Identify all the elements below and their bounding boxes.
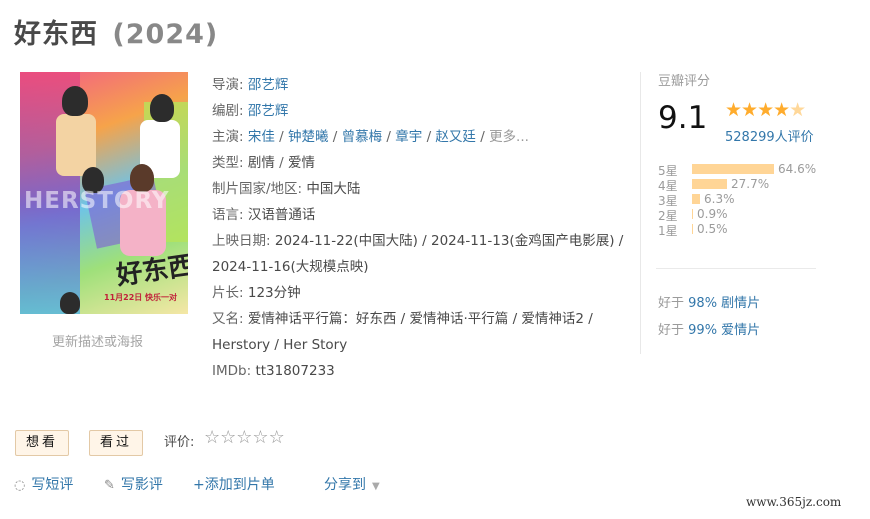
imdb-row: IMDb: tt31807233: [212, 358, 632, 384]
runtime-row: 片长: 123分钟: [212, 280, 632, 306]
rating-dist-row: 3星 6.3%: [658, 192, 848, 208]
star-outline-icon[interactable]: ☆: [252, 427, 268, 448]
language-label: 语言:: [212, 207, 244, 223]
rate-stars[interactable]: ☆☆☆☆☆: [204, 427, 285, 448]
better-than-link[interactable]: 98% 剧情片: [688, 296, 760, 311]
review-label: 写影评: [120, 477, 163, 493]
country-value: 中国大陆: [306, 181, 361, 197]
rating-dist-row: 2星 0.9%: [658, 207, 848, 223]
aka-row: 又名: 爱情神话平行篇：好东西 / 爱情神话·平行篇 / 爱情神话2 / Her…: [212, 306, 632, 358]
movie-poster[interactable]: HERSTORY 好东西 11月22日 快乐一对: [20, 72, 188, 314]
rating-distribution: 5星 64.6% 4星 27.7% 3星 6.3% 2星 0.9% 1星 0.5…: [658, 162, 848, 238]
poster-head: [62, 86, 88, 116]
section-divider: [640, 72, 641, 354]
share-label: 分享到: [324, 477, 366, 493]
rating-dist-row: 1星 0.5%: [658, 222, 848, 238]
short-review-label: 写短评: [31, 477, 74, 493]
rating-dist-bar: [692, 164, 774, 174]
writer-row: 编剧: 邵艺辉: [212, 98, 632, 124]
cast-more-link[interactable]: 更多...: [489, 129, 529, 145]
director-row: 导演: 邵艺辉: [212, 72, 632, 98]
rating-stars-icon: ★★★★★: [725, 99, 806, 121]
aka-label: 又名:: [212, 311, 244, 327]
rating-dist-percent: 0.5%: [697, 222, 728, 236]
better-than-row: 好于 98% 剧情片: [658, 290, 760, 317]
rating-dist-bar: [692, 179, 727, 189]
runtime-label: 片长:: [212, 285, 244, 301]
rate-label: 评价:: [164, 435, 195, 450]
cast-link[interactable]: 赵又廷: [435, 129, 476, 145]
rating-dist-row: 4星 27.7%: [658, 177, 848, 193]
rating-panel: 豆瓣评分 9.1 ★★★★★ 528299人评价 5星 64.6% 4星 27.…: [656, 70, 858, 338]
rating-dist-percent: 64.6%: [778, 162, 817, 176]
update-poster-link[interactable]: 更新描述或海报: [52, 331, 143, 350]
rating-title: 豆瓣评分: [658, 74, 711, 89]
director-link[interactable]: 邵艺辉: [248, 77, 289, 93]
watermark: www.365jz.com: [746, 495, 842, 509]
rating-dist-bar: [692, 209, 693, 219]
poster-head: [150, 94, 174, 122]
want-to-watch-button[interactable]: 想看: [15, 430, 70, 456]
better-than: 好于 98% 剧情片 好于 99% 爱情片: [658, 290, 760, 344]
writer-label: 编剧:: [212, 103, 244, 119]
release-value: 2024-11-22(中国大陆) / 2024-11-13(金鸡国产电影展) /…: [212, 233, 624, 275]
rating-divider: [656, 268, 816, 269]
poster-english-title: HERSTORY: [24, 188, 170, 214]
imdb-value: tt31807233: [255, 363, 335, 379]
writer-link[interactable]: 邵艺辉: [248, 103, 289, 119]
imdb-label: IMDb:: [212, 363, 252, 379]
share-link[interactable]: 分享到 ▼: [324, 474, 380, 494]
genre-label: 类型:: [212, 155, 244, 171]
genre-row: 类型: 剧情 / 爱情: [212, 155, 315, 171]
cast-link[interactable]: 钟楚曦: [288, 129, 329, 145]
language-value: 汉语普通话: [247, 207, 316, 223]
caret-down-icon: ▼: [372, 481, 380, 492]
better-than-prefix: 好于: [658, 323, 685, 338]
watched-button[interactable]: 看过: [89, 430, 144, 456]
short-review-link[interactable]: ◌ 写短评: [14, 474, 73, 494]
cast-link[interactable]: 章宇: [395, 129, 422, 145]
rating-dist-percent: 27.7%: [731, 177, 770, 191]
better-than-row: 好于 99% 爱情片: [658, 317, 760, 344]
pencil-icon: ✎: [104, 478, 115, 493]
star-outline-icon[interactable]: ☆: [269, 427, 285, 448]
movie-year: (2024): [112, 19, 219, 50]
movie-title: 好东西 (2024): [14, 12, 218, 51]
movie-title-text: 好东西: [14, 19, 98, 50]
cast-label: 主演:: [212, 129, 244, 145]
language-row: 语言: 汉语普通话: [212, 202, 632, 228]
rating-dist-percent: 0.9%: [697, 207, 728, 221]
aka-value: 爱情神话平行篇：好东西 / 爱情神话·平行篇 / 爱情神话2 / Herstor…: [212, 311, 593, 353]
movie-info: 导演: 邵艺辉 编剧: 邵艺辉 主演: 宋佳 / 钟楚曦 / 曾慕梅 / 章宇 …: [212, 72, 632, 384]
rating-dist-row: 5星 64.6%: [658, 162, 848, 178]
poster-release-text: 11月22日 快乐一对: [104, 293, 178, 302]
genre-value: 剧情: [247, 155, 275, 171]
cast-link[interactable]: 宋佳: [248, 129, 275, 145]
speech-bubble-icon: ◌: [14, 478, 26, 493]
genre-value: 爱情: [288, 155, 315, 171]
star-outline-icon[interactable]: ☆: [204, 427, 220, 448]
rating-score: 9.1: [658, 100, 708, 136]
cast-row: 主演: 宋佳 / 钟楚曦 / 曾慕梅 / 章宇 / 赵又廷 / 更多...: [212, 129, 529, 145]
star-outline-icon[interactable]: ☆: [236, 427, 252, 448]
rating-dist-percent: 6.3%: [704, 192, 735, 206]
better-than-link[interactable]: 99% 爱情片: [688, 323, 760, 338]
release-label: 上映日期:: [212, 233, 271, 249]
better-than-prefix: 好于: [658, 296, 685, 311]
star-outline-icon[interactable]: ☆: [220, 427, 236, 448]
release-row: 上映日期: 2024-11-22(中国大陆) / 2024-11-13(金鸡国产…: [212, 228, 632, 280]
cast-link[interactable]: 曾慕梅: [342, 129, 383, 145]
add-to-list-link[interactable]: +添加到片单: [193, 474, 275, 494]
runtime-value: 123分钟: [247, 285, 301, 301]
rating-dist-bar: [692, 224, 693, 234]
rating-votes-link[interactable]: 528299人评价: [725, 126, 814, 145]
review-link[interactable]: ✎ 写影评: [104, 474, 163, 494]
country-label: 制片国家/地区:: [212, 181, 303, 197]
country-row: 制片国家/地区: 中国大陆: [212, 176, 632, 202]
poster-head: [60, 292, 80, 314]
director-label: 导演:: [212, 77, 244, 93]
rating-dist-label: 1星: [658, 224, 678, 238]
rating-dist-bar: [692, 194, 700, 204]
